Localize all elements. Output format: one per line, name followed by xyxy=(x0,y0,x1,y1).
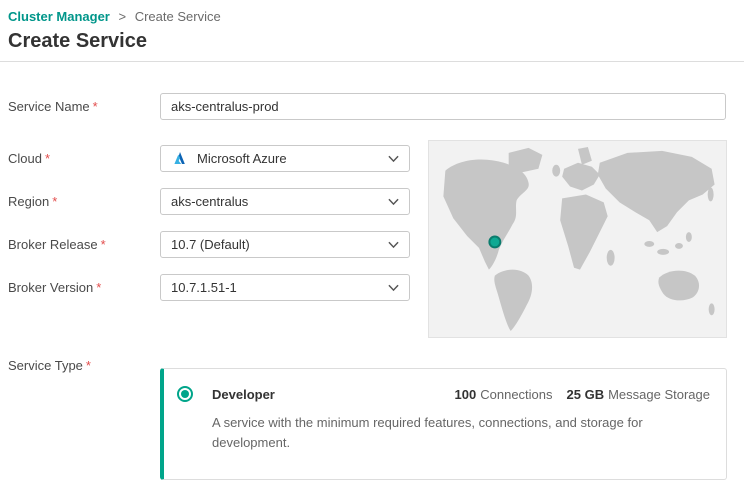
azure-logo-icon xyxy=(171,150,189,168)
breadcrumb-cluster-manager-link[interactable]: Cluster Manager xyxy=(8,9,110,24)
service-type-name: Developer xyxy=(212,387,275,402)
page-title: Create Service xyxy=(8,30,147,53)
service-name-label: Service Name* xyxy=(8,93,98,120)
broker-release-required-asterisk: * xyxy=(101,237,106,252)
cloud-select-value: Microsoft Azure xyxy=(197,151,287,166)
connections-label: Connections xyxy=(480,387,552,402)
chevron-down-icon xyxy=(388,155,399,163)
developer-radio[interactable] xyxy=(177,386,193,402)
world-map-graphic xyxy=(429,141,726,337)
connections-value: 100 xyxy=(455,387,477,402)
cloud-label-text: Cloud xyxy=(8,151,42,166)
cloud-required-asterisk: * xyxy=(45,151,50,166)
region-marker-icon xyxy=(489,237,500,248)
breadcrumb: Cluster Manager > Create Service xyxy=(8,9,221,24)
developer-radio-dot xyxy=(181,390,189,398)
broker-version-select[interactable]: 10.7.1.51-1 xyxy=(160,274,410,301)
region-required-asterisk: * xyxy=(52,194,57,209)
breadcrumb-current: Create Service xyxy=(135,9,221,24)
region-label: Region* xyxy=(8,188,57,215)
header-divider xyxy=(0,61,744,62)
chevron-down-icon xyxy=(388,284,399,292)
broker-release-select-value: 10.7 (Default) xyxy=(171,237,250,252)
service-name-label-text: Service Name xyxy=(8,99,90,114)
region-select-value: aks-centralus xyxy=(171,194,248,209)
chevron-down-icon xyxy=(388,241,399,249)
storage-label: Message Storage xyxy=(608,387,710,402)
region-world-map xyxy=(428,140,727,338)
region-label-text: Region xyxy=(8,194,49,209)
service-type-required-asterisk: * xyxy=(86,358,91,373)
region-select[interactable]: aks-centralus xyxy=(160,188,410,215)
breadcrumb-separator: > xyxy=(119,9,127,24)
cloud-label: Cloud* xyxy=(8,145,50,172)
service-name-input[interactable] xyxy=(160,93,726,120)
broker-version-required-asterisk: * xyxy=(96,280,101,295)
broker-release-label-text: Broker Release xyxy=(8,237,98,252)
storage-value: 25 GB xyxy=(567,387,605,402)
broker-version-label: Broker Version* xyxy=(8,274,101,301)
broker-version-label-text: Broker Version xyxy=(8,280,93,295)
create-service-page: Cluster Manager > Create Service Create … xyxy=(0,0,744,488)
cloud-select[interactable]: Microsoft Azure xyxy=(160,145,410,172)
service-type-label: Service Type* xyxy=(8,352,91,379)
service-type-label-text: Service Type xyxy=(8,358,83,373)
service-name-required-asterisk: * xyxy=(93,99,98,114)
broker-version-select-value: 10.7.1.51-1 xyxy=(171,280,237,295)
service-type-description: A service with the minimum required feat… xyxy=(212,413,698,453)
service-type-specs: 100Connections 25 GBMessage Storage xyxy=(455,387,710,402)
chevron-down-icon xyxy=(388,198,399,206)
broker-release-label: Broker Release* xyxy=(8,231,106,258)
service-type-card-developer[interactable]: Developer 100Connections 25 GBMessage Sto… xyxy=(160,368,727,480)
broker-release-select[interactable]: 10.7 (Default) xyxy=(160,231,410,258)
